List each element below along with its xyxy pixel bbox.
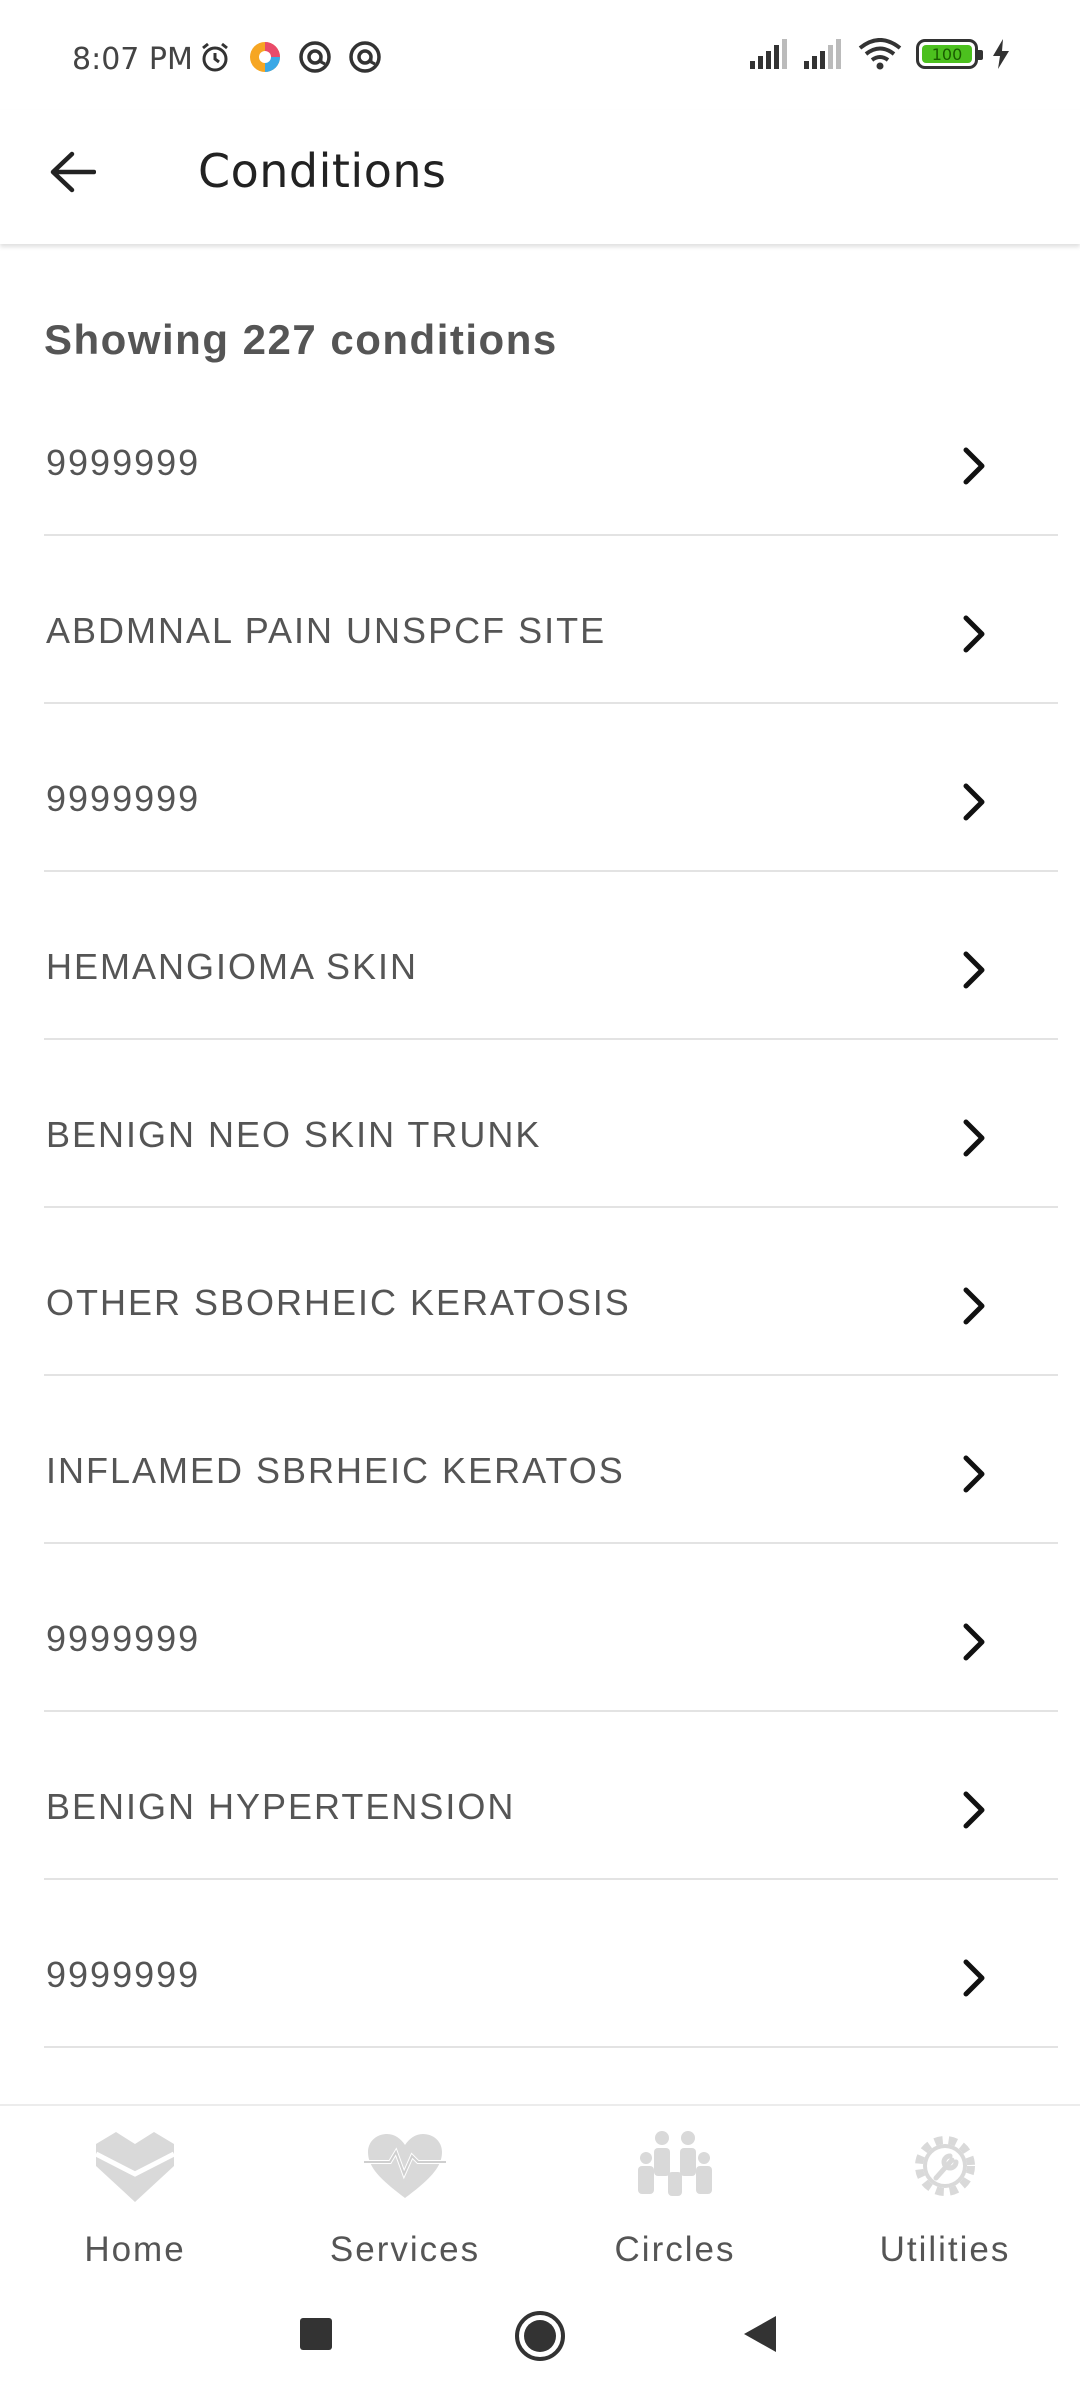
nav-home[interactable]: Home bbox=[0, 2106, 270, 2272]
at-sign-icon bbox=[349, 41, 381, 73]
back-button[interactable] bbox=[40, 140, 104, 204]
chevron-right-icon bbox=[963, 1455, 985, 1493]
condition-label: 9999999 bbox=[46, 442, 201, 483]
home-button[interactable] bbox=[514, 2310, 566, 2362]
alarm-icon bbox=[202, 42, 228, 72]
condition-row[interactable]: 9999999 bbox=[44, 399, 1058, 536]
condition-label: INFLAMED SBRHEIC KERATOS bbox=[46, 1450, 625, 1491]
page-title: Conditions bbox=[198, 144, 447, 198]
condition-label: OTHER SBORHEIC KERATOSIS bbox=[46, 1282, 631, 1323]
condition-label: 9999999 bbox=[46, 778, 201, 819]
app-bar: Conditions bbox=[0, 110, 1080, 244]
conditions-list: 9999999 ABDMNAL PAIN UNSPCF SITE 9999999… bbox=[44, 399, 1058, 2048]
nav-circles-label: Circles bbox=[614, 2230, 736, 2269]
chevron-right-icon bbox=[963, 1119, 985, 1157]
bottom-navigation: Home Services Circles Utilities bbox=[0, 2104, 1080, 2272]
condition-label: 9999999 bbox=[46, 1618, 201, 1659]
nav-services[interactable]: Services bbox=[270, 2106, 540, 2272]
wifi-icon bbox=[858, 38, 902, 70]
signal-icon bbox=[804, 39, 841, 69]
nav-utilities[interactable]: Utilities bbox=[810, 2106, 1080, 2272]
nav-circles[interactable]: Circles bbox=[540, 2106, 810, 2272]
back-nav-button[interactable] bbox=[740, 2314, 780, 2354]
condition-row[interactable]: BENIGN NEO SKIN TRUNK bbox=[44, 1040, 1058, 1208]
condition-row[interactable]: 9999999 bbox=[44, 1544, 1058, 1712]
signal-icon bbox=[750, 39, 787, 69]
chevron-right-icon bbox=[963, 783, 985, 821]
condition-row[interactable]: ABDMNAL PAIN UNSPCF SITE bbox=[44, 536, 1058, 704]
condition-label: HEMANGIOMA SKIN bbox=[46, 946, 419, 987]
battery-icon: 100 bbox=[916, 39, 983, 69]
heartbeat-icon bbox=[364, 2134, 446, 2198]
status-bar: 8:07 PM 100 bbox=[0, 0, 1080, 110]
condition-row[interactable]: BENIGN HYPERTENSION bbox=[44, 1712, 1058, 1880]
condition-row[interactable]: INFLAMED SBRHEIC KERATOS bbox=[44, 1376, 1058, 1544]
nav-home-label: Home bbox=[84, 2230, 186, 2269]
condition-row[interactable]: OTHER SBORHEIC KERATOSIS bbox=[44, 1208, 1058, 1376]
people-icon bbox=[638, 2131, 712, 2196]
status-time: 8:07 PM bbox=[72, 42, 193, 77]
nav-services-label: Services bbox=[329, 2230, 481, 2269]
chevron-right-icon bbox=[963, 447, 985, 485]
battery-level: 100 bbox=[931, 44, 963, 64]
condition-row[interactable]: 9999999 bbox=[44, 704, 1058, 872]
recents-button[interactable] bbox=[298, 2316, 334, 2352]
system-navigation-bar bbox=[0, 2270, 1080, 2400]
condition-label: BENIGN NEO SKIN TRUNK bbox=[46, 1114, 542, 1155]
chevron-right-icon bbox=[963, 1623, 985, 1661]
gear-wrench-icon bbox=[915, 2136, 975, 2196]
status-notification-icons bbox=[198, 40, 382, 74]
charging-icon bbox=[993, 39, 1009, 69]
chevron-right-icon bbox=[963, 1959, 985, 1997]
condition-row[interactable]: HEMANGIOMA SKIN bbox=[44, 872, 1058, 1040]
conditions-count: Showing 227 conditions bbox=[44, 316, 558, 363]
chevron-right-icon bbox=[963, 1791, 985, 1829]
app-notification-icon bbox=[250, 42, 280, 72]
home-heart-icon bbox=[94, 2132, 176, 2202]
status-system-icons: 100 bbox=[750, 38, 1010, 70]
chevron-right-icon bbox=[963, 615, 985, 653]
chevron-right-icon bbox=[963, 951, 985, 989]
chevron-right-icon bbox=[963, 1287, 985, 1325]
condition-label: BENIGN HYPERTENSION bbox=[46, 1786, 516, 1827]
condition-label: ABDMNAL PAIN UNSPCF SITE bbox=[46, 610, 607, 651]
condition-row[interactable]: 9999999 bbox=[44, 1880, 1058, 2048]
nav-utilities-label: Utilities bbox=[879, 2230, 1011, 2269]
arrow-left-icon bbox=[50, 151, 96, 193]
condition-label: 9999999 bbox=[46, 1954, 201, 1995]
at-sign-icon bbox=[299, 41, 331, 73]
